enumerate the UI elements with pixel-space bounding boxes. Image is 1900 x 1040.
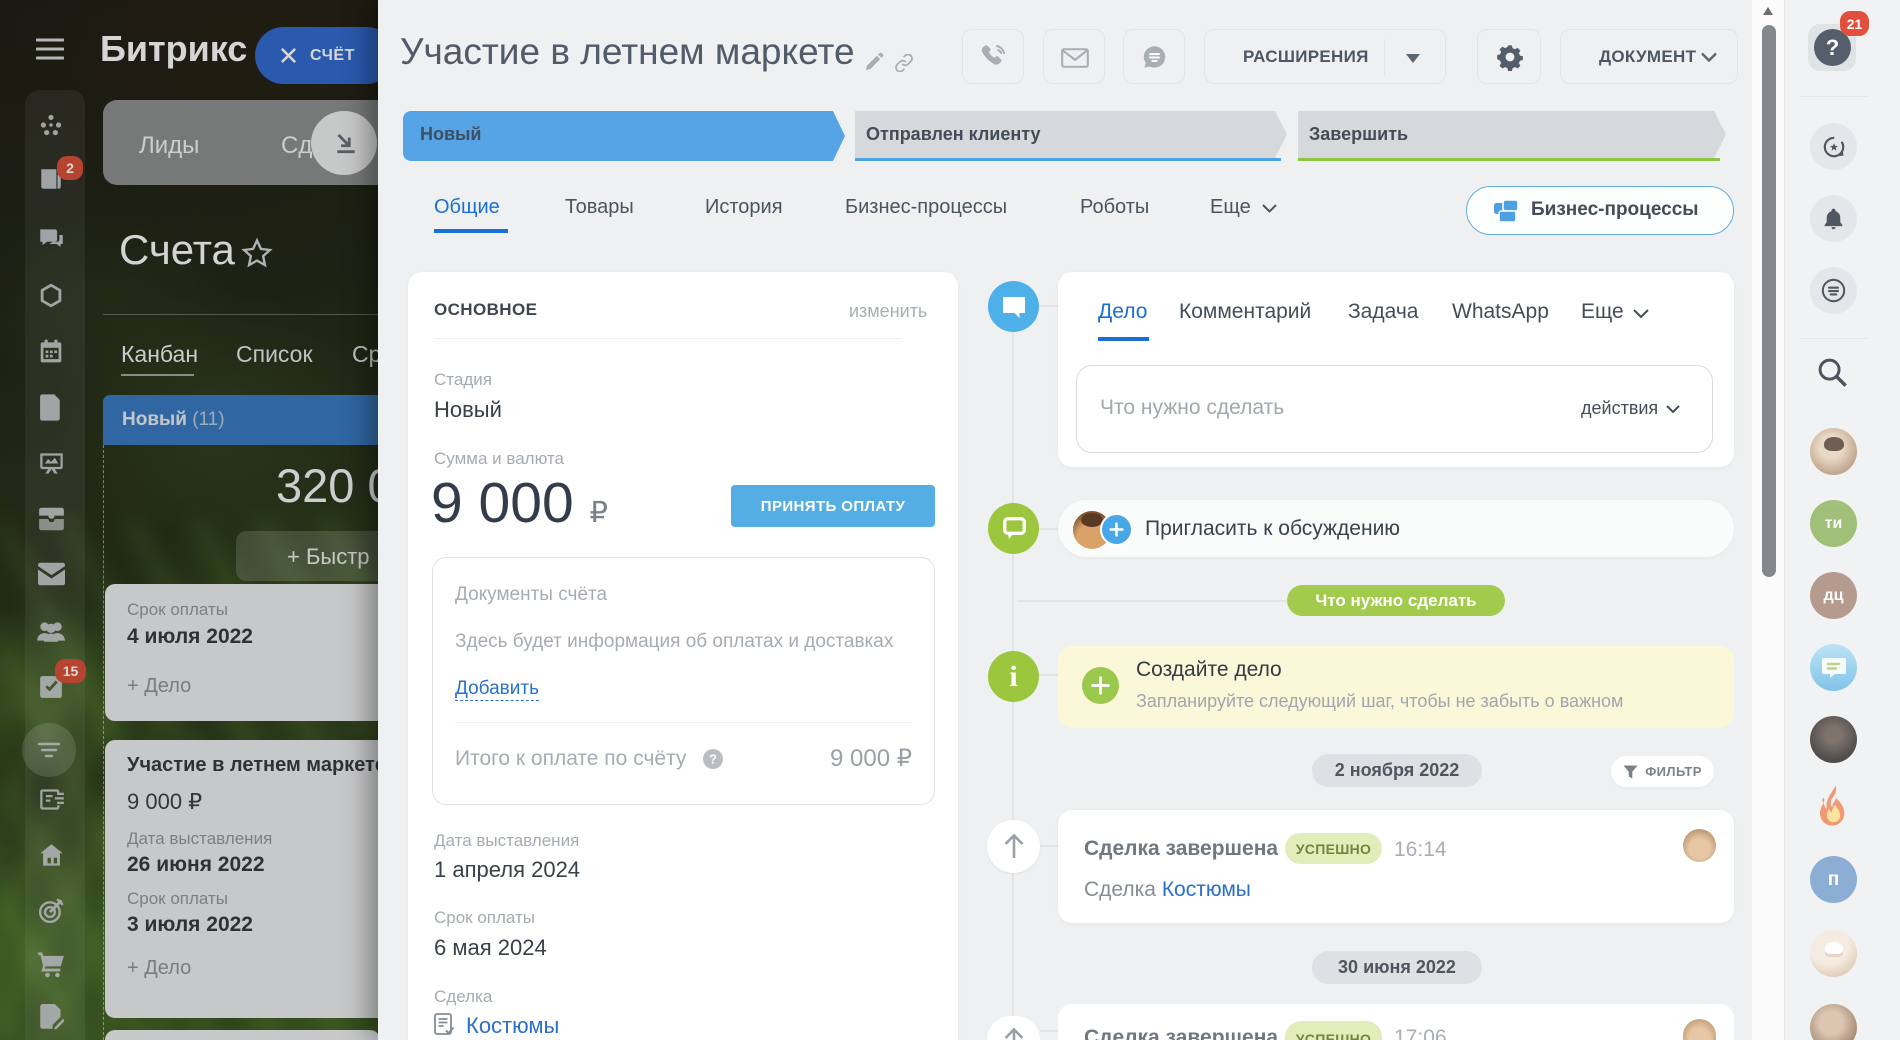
svg-text:?: ? [709,752,717,767]
